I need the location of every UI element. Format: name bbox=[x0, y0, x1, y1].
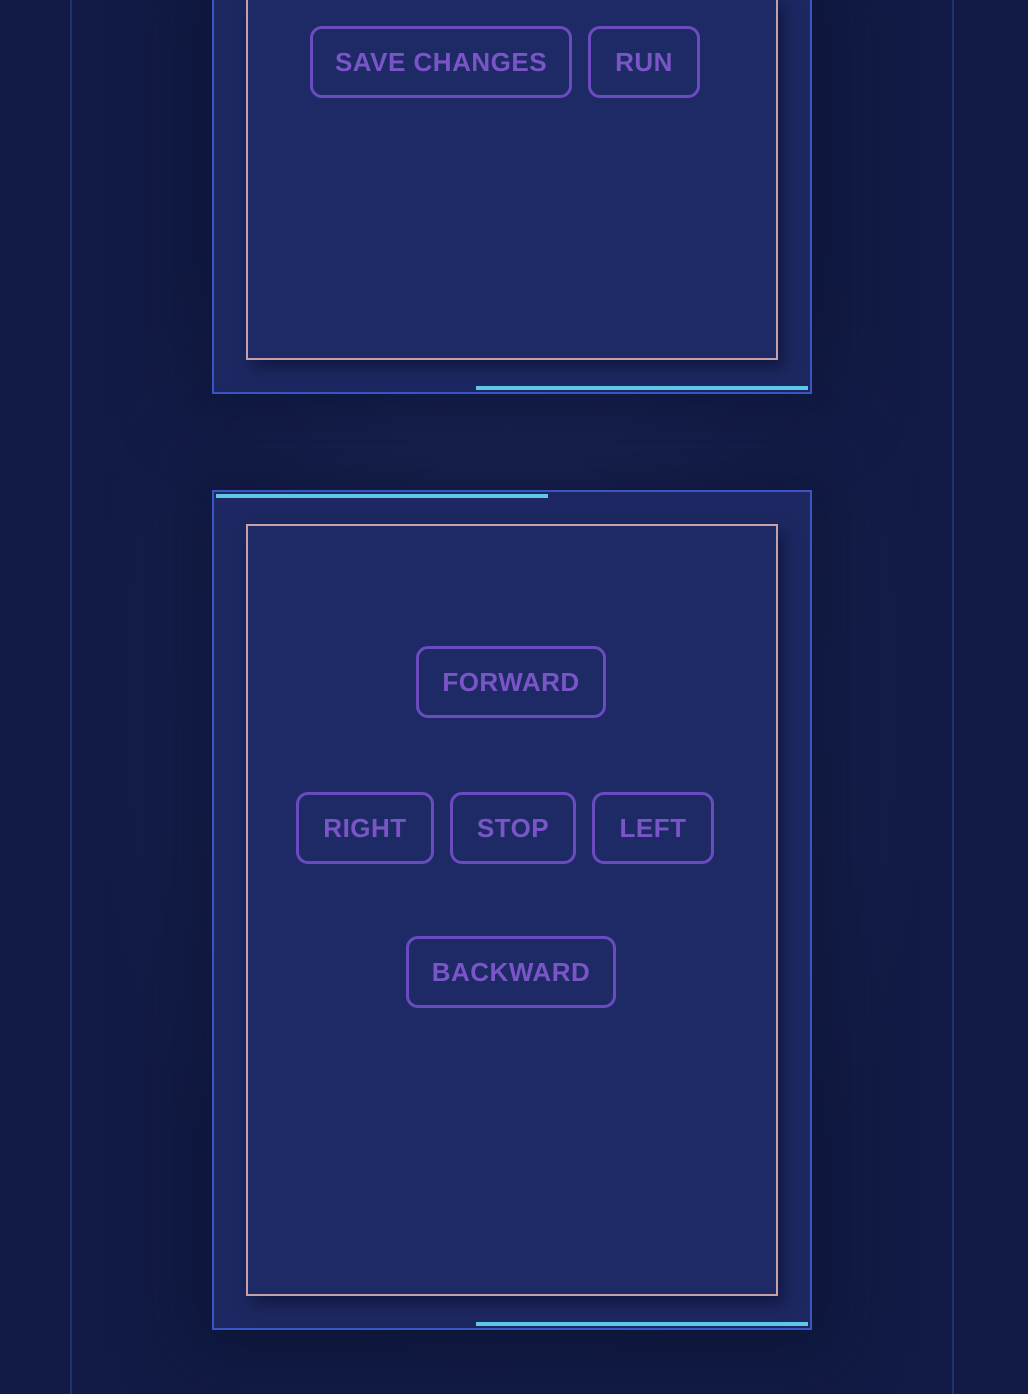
control-panel-accent-bar-top bbox=[216, 494, 548, 498]
right-frame-line bbox=[952, 0, 954, 1394]
stop-button[interactable]: STOP bbox=[450, 792, 576, 864]
control-panel-accent-bar-bottom bbox=[476, 1322, 808, 1326]
right-button[interactable]: RIGHT bbox=[296, 792, 434, 864]
left-frame-line bbox=[70, 0, 72, 1394]
forward-button[interactable]: FORWARD bbox=[416, 646, 606, 718]
left-button[interactable]: LEFT bbox=[592, 792, 714, 864]
run-button[interactable]: RUN bbox=[588, 26, 700, 98]
control-pad bbox=[246, 524, 778, 1296]
save-changes-button[interactable]: SAVE CHANGES bbox=[310, 26, 572, 98]
backward-button[interactable]: BACKWARD bbox=[406, 936, 616, 1008]
control-panel bbox=[212, 490, 812, 1330]
editor-panel-accent-bar bbox=[476, 386, 808, 390]
